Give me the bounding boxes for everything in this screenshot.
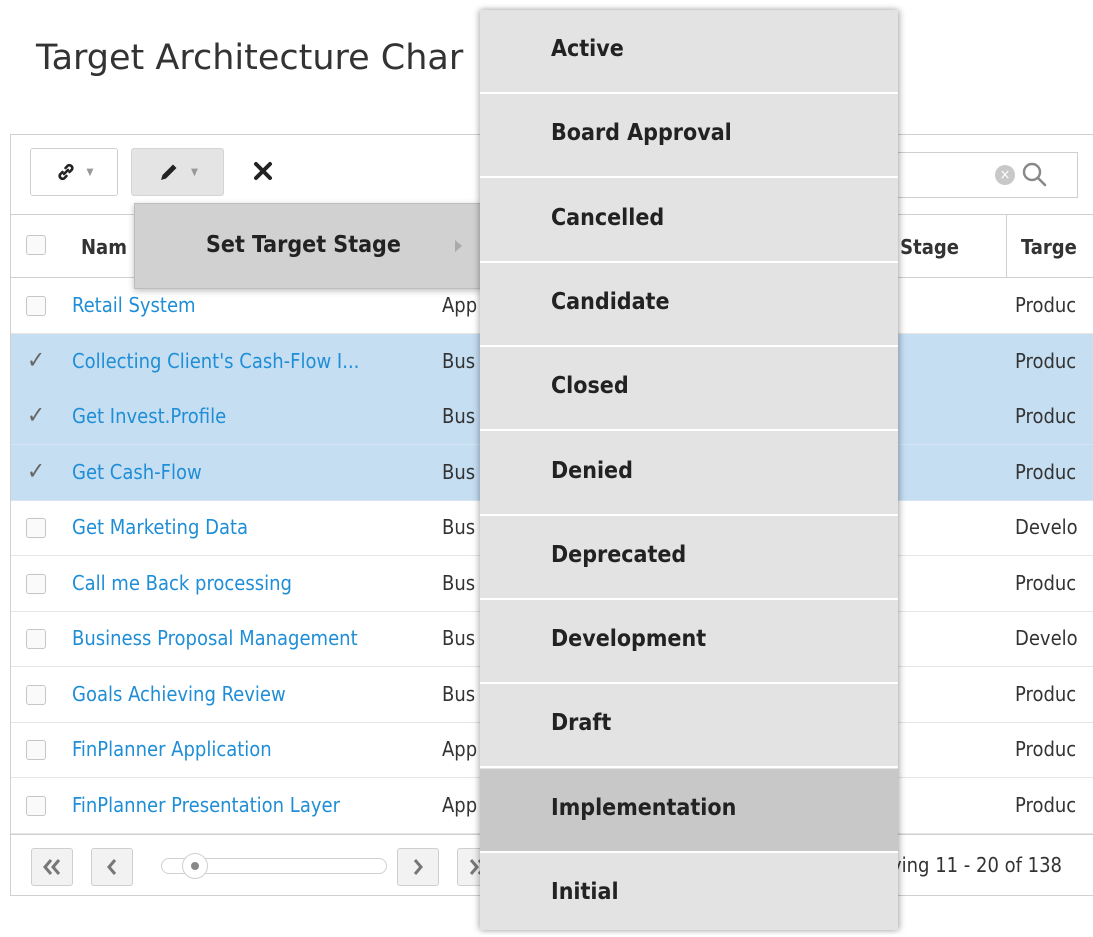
next-page-button[interactable] xyxy=(397,848,439,886)
row-checkbox-checked[interactable]: ✓ xyxy=(27,346,45,374)
row-type: Bus xyxy=(442,626,476,650)
stage-option-label: Candidate xyxy=(551,288,670,315)
row-type: Bus xyxy=(442,681,476,706)
pagination-info: ying 11 - 20 of 138 xyxy=(891,853,1062,877)
chevron-left-icon xyxy=(107,859,117,875)
chevron-down-icon: ▼ xyxy=(86,166,94,178)
row-name-link[interactable]: FinPlanner Presentation Layer xyxy=(72,793,340,817)
previous-page-button[interactable] xyxy=(91,848,133,886)
stage-option-board-approval[interactable]: Board Approval xyxy=(480,94,898,179)
row-target-stage: Produc xyxy=(1015,681,1077,706)
row-type: App xyxy=(442,293,478,317)
stage-option-label: Implementation xyxy=(551,794,737,821)
stage-option-cancelled[interactable]: Cancelled xyxy=(480,179,898,263)
row-name-link[interactable]: Business Proposal Management xyxy=(72,626,358,650)
set-target-stage-menu-item[interactable]: Set Target Stage xyxy=(134,203,481,289)
row-type: Bus xyxy=(442,348,476,373)
page-slider[interactable] xyxy=(161,853,387,879)
close-icon xyxy=(254,162,272,180)
row-name-link[interactable]: Get Marketing Data xyxy=(72,515,248,539)
stage-option-implementation[interactable]: Implementation xyxy=(480,768,898,853)
column-divider xyxy=(1006,215,1007,277)
row-target-stage: Produc xyxy=(1015,293,1077,317)
link-button[interactable]: ▼ xyxy=(30,148,118,196)
row-name-link[interactable]: Call me Back processing xyxy=(72,571,292,595)
first-page-button[interactable] xyxy=(31,848,73,886)
stage-option-deprecated[interactable]: Deprecated xyxy=(480,516,898,600)
row-type: Bus xyxy=(442,570,476,595)
row-name-link[interactable]: Get Invest.Profile xyxy=(72,404,226,428)
row-target-stage: Produc xyxy=(1015,404,1077,428)
row-checkbox[interactable] xyxy=(26,573,46,594)
slider-handle[interactable] xyxy=(182,853,208,879)
row-target-stage: Produc xyxy=(1015,570,1077,595)
edit-button[interactable]: ▼ xyxy=(131,148,224,196)
row-checkbox[interactable] xyxy=(26,684,46,705)
stage-option-label: Active xyxy=(551,36,624,62)
row-checkbox-checked[interactable]: ✓ xyxy=(27,457,45,485)
search-icon[interactable] xyxy=(1021,159,1049,189)
chevron-right-icon xyxy=(413,859,423,875)
row-name-link[interactable]: Collecting Client's Cash-Flow I... xyxy=(72,349,359,373)
pencil-icon xyxy=(161,164,177,180)
stage-option-draft[interactable]: Draft xyxy=(480,684,898,769)
row-name-link[interactable]: Goals Achieving Review xyxy=(72,682,286,706)
row-type: App xyxy=(442,737,478,761)
search-input[interactable]: × xyxy=(880,152,1078,198)
stage-option-label: Board Approval xyxy=(551,120,732,147)
double-chevron-left-icon xyxy=(43,859,61,875)
stage-option-candidate[interactable]: Candidate xyxy=(480,263,898,347)
stage-option-initial[interactable]: Initial xyxy=(480,853,898,937)
row-checkbox[interactable] xyxy=(26,740,46,760)
stage-option-label: Deprecated xyxy=(551,541,687,568)
column-header-target-stage[interactable]: Targe xyxy=(1021,235,1077,259)
stage-option-denied[interactable]: Denied xyxy=(480,432,898,516)
stage-option-label: Cancelled xyxy=(551,204,665,231)
row-target-stage: Develo xyxy=(1015,515,1078,539)
row-type: Bus xyxy=(442,515,476,539)
row-checkbox[interactable] xyxy=(26,795,46,816)
link-icon xyxy=(57,163,74,181)
stage-option-active[interactable]: Active xyxy=(480,10,898,94)
row-checkbox-checked[interactable]: ✓ xyxy=(27,401,45,429)
chevron-down-icon: ▼ xyxy=(191,166,198,178)
row-target-stage: Produc xyxy=(1015,737,1077,761)
row-type: Bus xyxy=(442,404,476,428)
stage-option-label: Development xyxy=(551,626,707,653)
row-checkbox[interactable] xyxy=(26,518,46,538)
stage-dropdown: Active Board Approval Cancelled Candidate Cl… xyxy=(480,10,898,937)
stage-option-label: Closed xyxy=(551,373,629,400)
row-target-stage: Produc xyxy=(1015,459,1077,484)
row-checkbox[interactable] xyxy=(26,629,46,649)
stage-option-closed[interactable]: Closed xyxy=(480,347,898,432)
row-target-stage: Produc xyxy=(1015,792,1077,817)
row-target-stage: Produc xyxy=(1015,348,1077,373)
select-all-checkbox[interactable] xyxy=(26,235,46,255)
row-type: Bus xyxy=(442,459,476,484)
row-name-link[interactable]: FinPlanner Application xyxy=(72,737,272,761)
stage-option-label: Denied xyxy=(551,457,633,484)
page-title: Target Architecture Char xyxy=(36,38,464,78)
menu-item-label: Set Target Stage xyxy=(206,232,401,258)
chevron-right-icon xyxy=(455,240,462,252)
row-target-stage: Develo xyxy=(1015,626,1078,650)
stage-option-label: Initial xyxy=(551,879,619,905)
stage-option-development[interactable]: Development xyxy=(480,600,898,685)
delete-button[interactable] xyxy=(237,148,289,194)
row-name-link[interactable]: Retail System xyxy=(72,293,196,317)
row-name-link[interactable]: Get Cash-Flow xyxy=(72,460,202,484)
row-type: App xyxy=(442,792,478,817)
row-checkbox[interactable] xyxy=(26,296,46,316)
clear-icon[interactable]: × xyxy=(995,165,1015,185)
column-header-name[interactable]: Nam xyxy=(81,235,127,259)
stage-option-label: Draft xyxy=(551,710,612,737)
